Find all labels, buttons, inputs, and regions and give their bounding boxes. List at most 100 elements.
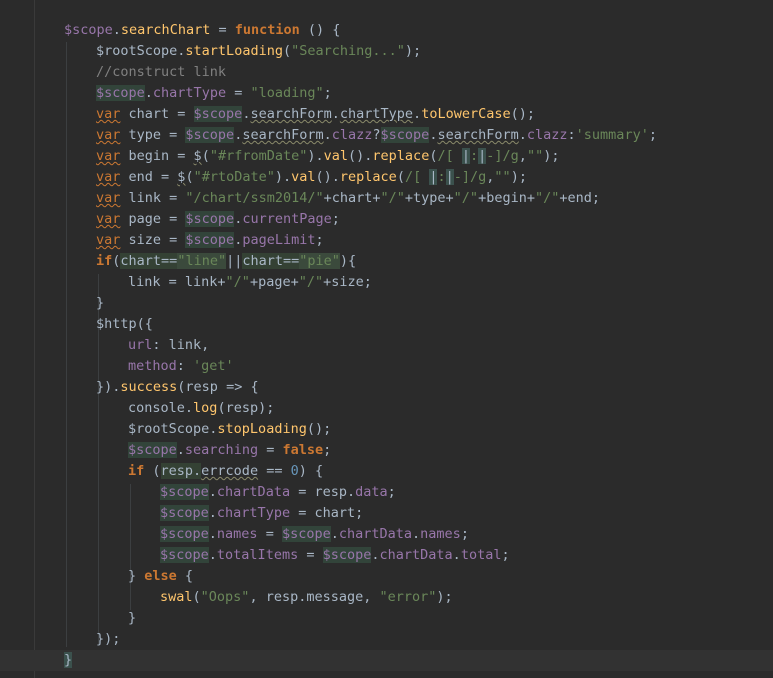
code-token: else bbox=[144, 568, 177, 584]
code-token: chartType bbox=[216, 505, 291, 521]
code-token: . bbox=[208, 547, 217, 563]
code-text: $http({ bbox=[96, 314, 153, 335]
code-token: begin = bbox=[120, 148, 194, 164]
code-token: ); bbox=[510, 169, 527, 185]
code-line[interactable]: $rootScope.startLoading("Searching..."); bbox=[0, 41, 773, 62]
code-token: "#rtoDate" bbox=[193, 169, 275, 185]
code-token: var bbox=[96, 148, 121, 164]
code-token: . bbox=[176, 442, 185, 458]
code-line[interactable]: var page = $scope.currentPage; bbox=[0, 209, 773, 230]
code-token: -]/g bbox=[453, 169, 487, 185]
code-text: $scope.names = $scope.chartData.names; bbox=[160, 524, 469, 545]
code-token: searching bbox=[184, 442, 259, 458]
code-token: ; bbox=[323, 85, 332, 101]
code-token: , resp.message, bbox=[249, 589, 380, 605]
code-token: ( bbox=[144, 463, 161, 479]
code-line[interactable]: $scope.chartData = resp.data; bbox=[0, 482, 773, 503]
code-token: (resp); bbox=[217, 400, 275, 416]
code-text: var type = $scope.searchForm.clazz?$scop… bbox=[96, 125, 657, 146]
code-token: (). bbox=[348, 148, 373, 164]
code-token: : bbox=[437, 169, 446, 185]
code-token: (); bbox=[510, 106, 535, 122]
code-line[interactable]: }); bbox=[0, 629, 773, 650]
code-text: url: link, bbox=[128, 335, 209, 356]
code-editor[interactable]: $scope.searchChart = function () {$rootS… bbox=[0, 0, 773, 678]
code-token: //construct link bbox=[96, 64, 227, 80]
code-text: } bbox=[128, 608, 136, 629]
code-token: "/" bbox=[225, 274, 250, 290]
code-token: = bbox=[258, 442, 283, 458]
code-token: "Oops" bbox=[200, 589, 250, 605]
code-line[interactable]: $scope.searchChart = function () { bbox=[0, 20, 773, 41]
code-line[interactable]: $scope.chartType = "loading"; bbox=[0, 83, 773, 104]
code-text: } else { bbox=[128, 566, 193, 587]
code-line[interactable]: if (resp.errcode == 0) { bbox=[0, 461, 773, 482]
code-text: var link = "/chart/ssm2014/"+chart+"/"+t… bbox=[96, 188, 600, 209]
code-token: "loading" bbox=[250, 85, 324, 101]
code-token: 'get' bbox=[193, 358, 234, 374]
code-text: $scope.chartType = "loading"; bbox=[96, 83, 332, 104]
code-line[interactable]: $scope.names = $scope.chartData.names; bbox=[0, 524, 773, 545]
code-token: ; bbox=[501, 547, 510, 563]
code-line[interactable]: var link = "/chart/ssm2014/"+chart+"/"+t… bbox=[0, 188, 773, 209]
code-token: if bbox=[96, 253, 113, 269]
code-token: link = bbox=[120, 190, 186, 206]
code-line[interactable]: var end = $("#rtoDate").val().replace(/[… bbox=[0, 167, 773, 188]
code-text: $rootScope.startLoading("Searching..."); bbox=[96, 41, 421, 62]
code-token: totalItems bbox=[216, 547, 299, 563]
code-line[interactable]: $rootScope.stopLoading(); bbox=[0, 419, 773, 440]
code-token: ); bbox=[404, 43, 422, 59]
code-token: . bbox=[208, 505, 217, 521]
code-token: ); bbox=[436, 589, 453, 605]
code-token: 'summary' bbox=[575, 127, 649, 143]
code-token: ({ bbox=[136, 316, 153, 332]
code-text: $scope.searchChart = function () { bbox=[64, 20, 340, 41]
code-line[interactable]: } bbox=[0, 650, 773, 671]
code-token: end = bbox=[120, 169, 178, 185]
code-token: chart== bbox=[120, 253, 178, 269]
code-token: -]/g bbox=[486, 148, 519, 164]
code-line[interactable]: url: link, bbox=[0, 335, 773, 356]
code-token: type = bbox=[120, 127, 186, 143]
code-token: val bbox=[323, 148, 349, 164]
code-line[interactable]: var type = $scope.searchForm.clazz?$scop… bbox=[0, 125, 773, 146]
code-token: = bbox=[210, 22, 235, 38]
code-text: $scope.totalItems = $scope.chartData.tot… bbox=[160, 545, 510, 566]
code-line[interactable]: } else { bbox=[0, 566, 773, 587]
code-token: , bbox=[518, 148, 527, 164]
code-line[interactable]: var begin = $("#rfromDate").val().replac… bbox=[0, 146, 773, 167]
code-line[interactable]: var size = $scope.pageLimit; bbox=[0, 230, 773, 251]
code-token: link = link+ bbox=[128, 274, 226, 290]
code-token: searchForm bbox=[437, 127, 519, 143]
code-line[interactable]: } bbox=[0, 608, 773, 629]
code-token: == bbox=[258, 463, 291, 479]
code-token: $scope bbox=[64, 22, 113, 38]
code-line[interactable]: $scope.totalItems = $scope.chartData.tot… bbox=[0, 545, 773, 566]
code-token: replace bbox=[372, 148, 430, 164]
code-line[interactable]: $http({ bbox=[0, 314, 773, 335]
code-line[interactable]: link = link+"/"+page+"/"+size; bbox=[0, 272, 773, 293]
code-token: $scope bbox=[185, 127, 235, 143]
code-token: = bbox=[226, 85, 251, 101]
code-token: ) { bbox=[298, 463, 324, 479]
code-token: var bbox=[96, 127, 121, 143]
code-token: "#rfromDate" bbox=[209, 148, 308, 164]
code-line[interactable]: method: 'get' bbox=[0, 356, 773, 377]
code-line[interactable]: $scope.searching = false; bbox=[0, 440, 773, 461]
code-token: () { bbox=[299, 22, 341, 38]
code-token: . bbox=[371, 547, 380, 563]
code-line[interactable]: swal("Oops", resp.message, "error"); bbox=[0, 587, 773, 608]
code-line[interactable]: }).success(resp => { bbox=[0, 377, 773, 398]
code-token: (resp => { bbox=[177, 379, 259, 395]
code-line[interactable]: var chart = $scope.searchForm.chartType.… bbox=[0, 104, 773, 125]
code-line[interactable]: //construct link bbox=[0, 62, 773, 83]
code-line[interactable]: if(chart=="line"||chart=="pie"){ bbox=[0, 251, 773, 272]
code-token: var bbox=[96, 211, 121, 227]
code-token: console bbox=[128, 400, 185, 416]
code-token: $scope bbox=[128, 442, 177, 458]
code-text: method: 'get' bbox=[128, 356, 234, 377]
code-token: ( bbox=[192, 589, 201, 605]
code-line[interactable]: console.log(resp); bbox=[0, 398, 773, 419]
code-line[interactable]: } bbox=[0, 293, 773, 314]
code-line[interactable]: $scope.chartType = chart; bbox=[0, 503, 773, 524]
